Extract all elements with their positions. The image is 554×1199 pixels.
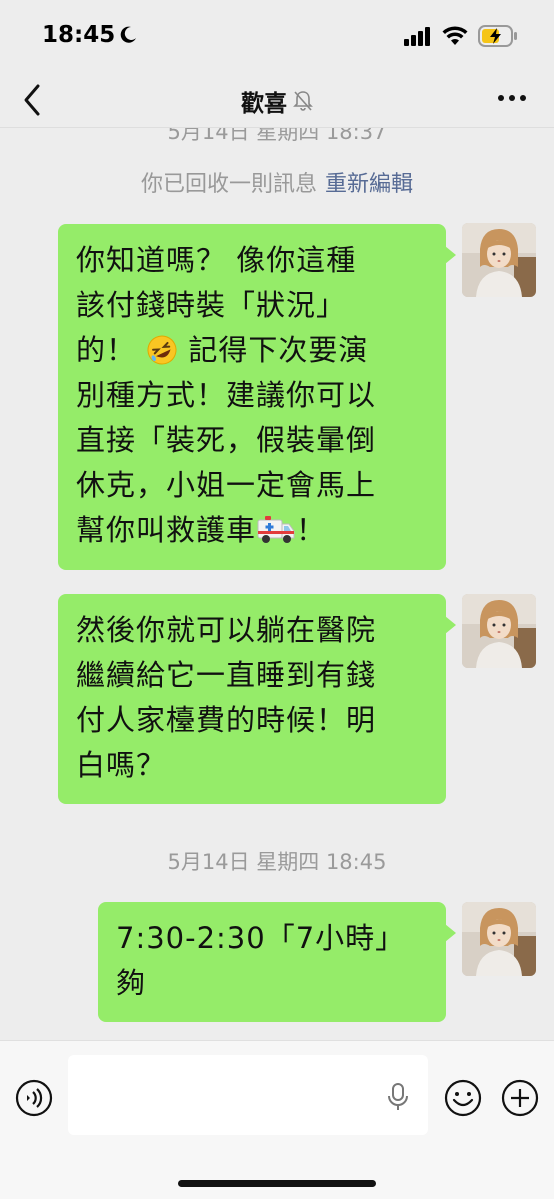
avatar-image: [462, 223, 536, 297]
home-indicator: [178, 1180, 376, 1187]
battery-charging-icon: [478, 25, 517, 47]
reedit-link[interactable]: 重新編輯: [325, 172, 413, 197]
message-line: 你知道嗎？ 像你這種: [76, 243, 357, 277]
message-bubble-2[interactable]: 然後你就可以躺在醫院 繼續給它一直睡到有錢 付人家檯費的時候！明 白嗎？: [58, 594, 456, 804]
avatar-image: [462, 594, 536, 668]
chat-nav-bar: 歡喜: [0, 72, 554, 128]
message-line: 休克，小姐一定會馬上: [76, 468, 377, 502]
emoji-icon[interactable]: [443, 1078, 483, 1118]
voice-icon[interactable]: [14, 1078, 54, 1118]
chat-title: 歡喜: [241, 91, 287, 117]
message-line: 的！ 記得下次要演: [76, 328, 428, 373]
message-text: 的！: [76, 333, 147, 367]
recall-note: 你已回收一則訊息 重新編輯: [0, 166, 554, 198]
message-line: 白嗎？: [76, 748, 167, 782]
status-bar: 18:45: [0, 0, 554, 72]
plus-icon[interactable]: [500, 1078, 540, 1118]
more-dots-icon[interactable]: [496, 86, 528, 110]
status-icons: [404, 24, 518, 48]
avatar[interactable]: [462, 902, 536, 976]
chat-title-container: 歡喜: [0, 84, 554, 118]
recall-text: 你已回收一則訊息: [140, 172, 317, 197]
bell-slash-icon: [293, 91, 313, 111]
message-line: 直接「裝死，假裝暈倒: [76, 423, 377, 457]
timestamp-partial: 5月14日 星期四 18:37: [167, 128, 387, 144]
message-input[interactable]: [68, 1055, 428, 1135]
moon-icon: [120, 26, 136, 43]
message-line: 夠: [116, 966, 147, 1000]
message-line: 別種方式！建議你可以: [76, 378, 377, 412]
ambulance-emoji-icon: [257, 516, 295, 543]
message-text: 記得下次要演: [178, 333, 369, 367]
mic-icon[interactable]: [386, 1082, 410, 1112]
avatar-image: [462, 902, 536, 976]
message-bubble-3[interactable]: 7:30-2:30「7小時」 夠: [98, 902, 456, 1022]
message-line: 幫你叫救護車 ！: [76, 508, 428, 553]
message-text: 幫你叫救護車: [76, 513, 257, 547]
timestamp: 5月14日 星期四 18:45: [167, 850, 387, 874]
message-line: 7:30-2:30「7小時」: [116, 921, 406, 955]
signal-icon: [404, 27, 430, 46]
message-line: 付人家檯費的時候！明: [76, 703, 377, 737]
message-line: 然後你就可以躺在醫院: [76, 613, 377, 647]
wifi-icon: [442, 26, 468, 45]
message-line: 繼續給它一直睡到有錢: [76, 658, 377, 692]
message-text: ！: [296, 513, 327, 547]
input-bar: [0, 1040, 554, 1199]
avatar[interactable]: [462, 223, 536, 297]
message-list[interactable]: 5月14日 星期四 18:37 你已回收一則訊息 重新編輯 你知道嗎？ 像你這種 …: [0, 128, 554, 1040]
message-bubble-1[interactable]: 你知道嗎？ 像你這種 該付錢時裝「狀況」 的！ 記得下次要演 別種方式！建議你可…: [58, 224, 456, 570]
avatar[interactable]: [462, 594, 536, 668]
status-time: 18:45: [42, 22, 116, 48]
message-line: 該付錢時裝「狀況」: [76, 288, 347, 322]
